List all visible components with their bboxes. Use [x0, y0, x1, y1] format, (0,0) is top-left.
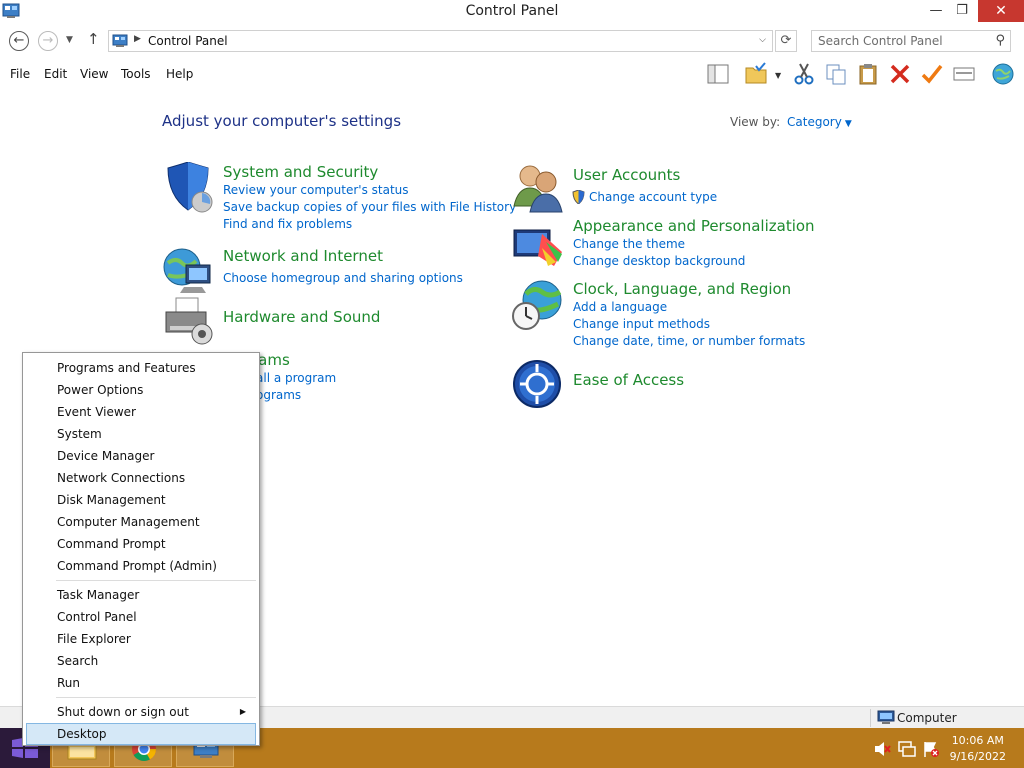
delete-icon[interactable]	[888, 62, 912, 86]
category-ease-of-access[interactable]: Ease of Access	[573, 371, 684, 389]
folder-options-icon[interactable]	[744, 62, 768, 86]
copy-icon[interactable]	[824, 62, 848, 86]
view-by-value[interactable]: Category	[787, 115, 842, 129]
maximize-button[interactable]: ❐	[948, 0, 976, 22]
link-change-account-type[interactable]: Change account type	[589, 190, 717, 204]
page-title: Adjust your computer's settings	[162, 112, 402, 130]
breadcrumb-separator-icon[interactable]: ▶	[134, 34, 141, 44]
close-button[interactable]: ✕	[978, 0, 1024, 22]
printer-icon[interactable]	[162, 296, 214, 348]
appearance-icon[interactable]	[512, 222, 564, 274]
category-system-and-security[interactable]: System and Security	[223, 163, 378, 181]
ease-of-access-icon[interactable]	[512, 358, 564, 410]
menu-item-desktop[interactable]: Desktop	[26, 723, 256, 745]
view-by-dropdown[interactable]: Category ▼	[787, 115, 852, 129]
title-bar: Control Panel — ❐ ✕	[0, 0, 1024, 24]
system-clock[interactable]: 10:06 AM 9/16/2022	[950, 733, 1006, 765]
back-button[interactable]: ←	[9, 31, 29, 51]
menu-edit[interactable]: Edit	[44, 67, 67, 81]
menu-item-shut-down-label[interactable]: Shut down or sign out	[57, 705, 189, 719]
control-panel-icon	[112, 34, 128, 47]
status-divider	[870, 709, 871, 727]
menu-item-disk-management[interactable]: Disk Management	[26, 489, 256, 511]
link-homegroup[interactable]: Choose homegroup and sharing options	[223, 271, 463, 285]
menu-view[interactable]: View	[80, 67, 108, 81]
category-network-and-internet[interactable]: Network and Internet	[223, 247, 383, 265]
search-box[interactable]: ⚲	[811, 30, 1011, 52]
link-add-language[interactable]: Add a language	[573, 300, 667, 314]
users-icon[interactable]	[512, 162, 564, 214]
category-appearance-and-personalization[interactable]: Appearance and Personalization	[573, 217, 815, 235]
address-bar[interactable]: ▶ Control Panel ⌵	[108, 30, 773, 52]
clock-globe-icon[interactable]	[512, 280, 564, 332]
category-hardware-and-sound[interactable]: Hardware and Sound	[223, 308, 380, 326]
search-icon[interactable]: ⚲	[995, 33, 1005, 48]
link-uninstall-program[interactable]: all a program	[256, 371, 336, 385]
view-by-label: View by:	[730, 115, 781, 129]
paste-icon[interactable]	[856, 62, 880, 86]
network-globe-icon[interactable]	[162, 245, 214, 297]
chevron-down-icon[interactable]: ▼	[775, 71, 781, 80]
menu-item-search[interactable]: Search	[26, 650, 256, 672]
uac-shield-icon	[572, 190, 585, 204]
menu-tools[interactable]: Tools	[121, 67, 151, 81]
menu-item-file-explorer[interactable]: File Explorer	[26, 628, 256, 650]
menu-item-run[interactable]: Run	[26, 672, 256, 694]
link-default-programs[interactable]: ograms	[256, 388, 301, 402]
menu-item-task-manager[interactable]: Task Manager	[26, 584, 256, 606]
link-change-date-time-formats[interactable]: Change date, time, or number formats	[573, 334, 805, 348]
menu-item-computer-management[interactable]: Computer Management	[26, 511, 256, 533]
network-tray-icon[interactable]	[898, 740, 916, 758]
menu-item-command-prompt-admin[interactable]: Command Prompt (Admin)	[26, 555, 256, 577]
up-button[interactable]: ↑	[87, 30, 100, 48]
address-row: ← → ▼ ↑ ▶ Control Panel ⌵ ⟳ ⚲	[0, 26, 1024, 56]
category-user-accounts[interactable]: User Accounts	[573, 166, 680, 184]
status-computer-label: Computer	[897, 711, 957, 725]
submenu-arrow-icon[interactable]: ▶	[240, 701, 246, 723]
forward-button[interactable]: →	[38, 31, 58, 51]
clock-date[interactable]: 9/16/2022	[950, 749, 1006, 765]
search-input[interactable]	[818, 34, 988, 48]
menu-item-event-viewer[interactable]: Event Viewer	[26, 401, 256, 423]
shield-icon[interactable]	[162, 162, 214, 214]
menu-item-programs-features[interactable]: Programs and Features	[26, 357, 256, 379]
action-center-flag-icon[interactable]	[922, 740, 940, 758]
menu-help[interactable]: Help	[166, 67, 193, 81]
menu-separator	[56, 697, 256, 698]
volume-muted-icon[interactable]	[873, 740, 891, 758]
computer-icon	[877, 710, 895, 724]
link-change-desktop-background[interactable]: Change desktop background	[573, 254, 745, 268]
link-file-history[interactable]: Save backup copies of your files with Fi…	[223, 200, 516, 214]
menu-item-system[interactable]: System	[26, 423, 256, 445]
menu-item-device-manager[interactable]: Device Manager	[26, 445, 256, 467]
cut-icon[interactable]	[792, 62, 816, 86]
link-find-fix-problems[interactable]: Find and fix problems	[223, 217, 352, 231]
globe-icon[interactable]	[991, 62, 1015, 86]
link-change-theme[interactable]: Change the theme	[573, 237, 685, 251]
menu-item-control-panel[interactable]: Control Panel	[26, 606, 256, 628]
menu-item-shut-down[interactable]: Shut down or sign out ▶	[26, 701, 256, 723]
layout-pane-icon[interactable]	[706, 62, 730, 86]
power-user-menu: Programs and Features Power Options Even…	[22, 352, 260, 746]
checkmark-icon[interactable]	[920, 62, 944, 86]
breadcrumb[interactable]: Control Panel	[148, 34, 228, 48]
menu-file[interactable]: File	[10, 67, 30, 81]
chevron-down-icon[interactable]: ⌵	[759, 35, 766, 45]
recent-locations-icon[interactable]: ▼	[66, 35, 73, 45]
menu-item-command-prompt[interactable]: Command Prompt	[26, 533, 256, 555]
link-change-input-methods[interactable]: Change input methods	[573, 317, 710, 331]
refresh-button[interactable]: ⟳	[775, 30, 797, 52]
properties-icon[interactable]	[952, 62, 976, 86]
menu-bar: File Edit View Tools Help ▼	[0, 58, 1024, 90]
clock-time[interactable]: 10:06 AM	[950, 733, 1006, 749]
minimize-button[interactable]: —	[922, 0, 950, 22]
menu-item-power-options[interactable]: Power Options	[26, 379, 256, 401]
menu-separator	[56, 580, 256, 581]
chevron-down-icon[interactable]: ▼	[845, 119, 852, 129]
link-review-status[interactable]: Review your computer's status	[223, 183, 409, 197]
menu-item-network-connections[interactable]: Network Connections	[26, 467, 256, 489]
window-title: Control Panel	[465, 3, 559, 19]
category-clock-language-region[interactable]: Clock, Language, and Region	[573, 280, 791, 298]
